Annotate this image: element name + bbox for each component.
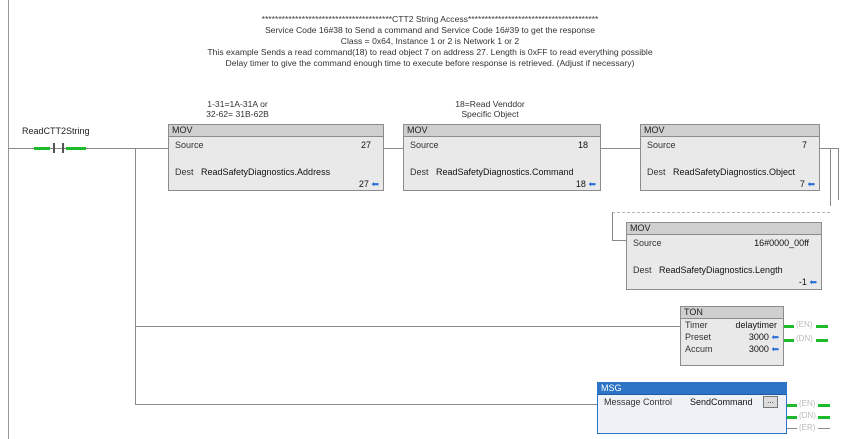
arrow-left-icon: ⬅ <box>771 344 779 354</box>
arrow-left-icon: ⬅ <box>588 179 596 189</box>
arrow-left-icon: ⬅ <box>371 179 379 189</box>
source-value[interactable]: 18 <box>578 140 588 150</box>
source-label: Source <box>633 238 662 248</box>
er-output: (ER) <box>799 423 816 432</box>
source-value[interactable]: 7 <box>802 140 807 150</box>
block-title: MOV <box>169 125 383 137</box>
wrap-wire <box>838 148 839 200</box>
rung-wire <box>612 240 626 241</box>
dest-value: -1 ⬅ <box>798 277 817 287</box>
source-value[interactable]: 16#0000_00ff <box>754 238 809 248</box>
block-title: MOV <box>404 125 600 137</box>
preset-label: Preset <box>685 332 712 342</box>
energized-wire <box>66 147 86 150</box>
block-title: TON <box>681 307 783 319</box>
arrow-left-icon: ⬅ <box>771 332 779 342</box>
dest-tag[interactable]: ReadSafetyDiagnostics.Length <box>659 265 783 275</box>
rung-wire <box>384 148 403 149</box>
timer-label: Timer <box>685 320 708 330</box>
arrow-left-icon: ⬅ <box>807 179 815 189</box>
wrap-wire <box>830 148 831 206</box>
block-title: MOV <box>641 125 819 137</box>
dest-label: Dest <box>410 167 429 177</box>
msg-instruction[interactable]: MSG Message Control SendCommand ... <box>597 382 787 434</box>
source-label: Source <box>647 140 676 150</box>
left-power-rail <box>8 0 9 439</box>
en-output: (EN) <box>799 399 816 408</box>
mov-instruction-length[interactable]: MOV Source 16#0000_00ff Dest ReadSafetyD… <box>626 222 822 290</box>
rung-wire <box>818 428 830 429</box>
dest-value: 18 ⬅ <box>575 179 596 189</box>
energized-wire <box>787 404 797 407</box>
rung-comment: ***************************************C… <box>150 14 710 69</box>
dest-label: Dest <box>175 167 194 177</box>
rung-comment-line: Class = 0x64, Instance 1 or 2 is Network… <box>340 36 520 46</box>
configure-button[interactable]: ... <box>763 396 778 408</box>
dest-tag[interactable]: ReadSafetyDiagnostics.Object <box>673 167 795 177</box>
rung-comment-line: This example Sends a read command(18) to… <box>207 47 653 57</box>
address-note: 1-31=1A-31A or 32-62= 31B-62B <box>206 99 269 119</box>
mov-instruction-address[interactable]: MOV Source 27 Dest ReadSafetyDiagnostics… <box>168 124 384 191</box>
accum-label: Accum <box>685 344 713 354</box>
mov-instruction-command[interactable]: MOV Source 18 Dest ReadSafetyDiagnostics… <box>403 124 601 191</box>
mov-instruction-object[interactable]: MOV Source 7 Dest ReadSafetyDiagnostics.… <box>640 124 820 191</box>
source-label: Source <box>410 140 439 150</box>
message-control-tag[interactable]: SendCommand <box>690 397 753 407</box>
accum-value: 3000 ⬅ <box>748 344 779 354</box>
block-title: MOV <box>627 223 821 235</box>
timer-tag[interactable]: delaytimer <box>735 320 777 330</box>
branch-wire <box>135 326 680 327</box>
rung-wire <box>787 428 797 429</box>
dest-value: 7 ⬅ <box>799 179 815 189</box>
rung-wire <box>820 148 838 149</box>
contact-tag-label[interactable]: ReadCTT2String <box>22 126 90 136</box>
energized-wire <box>784 339 794 342</box>
dest-tag[interactable]: ReadSafetyDiagnostics.Address <box>201 167 330 177</box>
energized-wire <box>816 339 828 342</box>
energized-wire <box>787 416 797 419</box>
branch-wire <box>135 148 136 404</box>
energized-wire <box>784 325 794 328</box>
dest-label: Dest <box>647 167 666 177</box>
rung-wire <box>601 148 640 149</box>
source-value[interactable]: 27 <box>361 140 371 150</box>
rung-comment-line: ***************************************C… <box>261 14 599 24</box>
dn-output: (DN) <box>796 334 813 343</box>
arrow-left-icon: ⬅ <box>809 277 817 287</box>
rung-wire <box>8 148 168 149</box>
wrap-wire <box>612 212 613 240</box>
energized-wire <box>818 404 830 407</box>
energized-wire <box>34 147 50 150</box>
xic-contact[interactable] <box>53 143 64 153</box>
ton-timer-instruction[interactable]: TON Timer delaytimer Preset 3000 ⬅ Accum… <box>680 306 784 366</box>
wrap-connector <box>612 212 830 213</box>
dest-label: Dest <box>633 265 652 275</box>
dest-tag[interactable]: ReadSafetyDiagnostics.Command <box>436 167 574 177</box>
rung-comment-line: Delay timer to give the command enough t… <box>225 58 635 68</box>
rung-comment-line: Service Code 16#38 to Send a command and… <box>264 25 596 35</box>
command-note: 18=Read Venddor Specific Object <box>455 99 525 119</box>
source-label: Source <box>175 140 204 150</box>
block-title: MSG <box>598 383 786 395</box>
dn-output: (DN) <box>799 411 816 420</box>
message-control-label: Message Control <box>604 397 673 407</box>
energized-wire <box>818 416 830 419</box>
branch-wire <box>135 404 597 405</box>
preset-value[interactable]: 3000 ⬅ <box>749 332 779 343</box>
energized-wire <box>816 325 828 328</box>
dest-value: 27 ⬅ <box>358 179 379 189</box>
en-output: (EN) <box>796 320 813 329</box>
